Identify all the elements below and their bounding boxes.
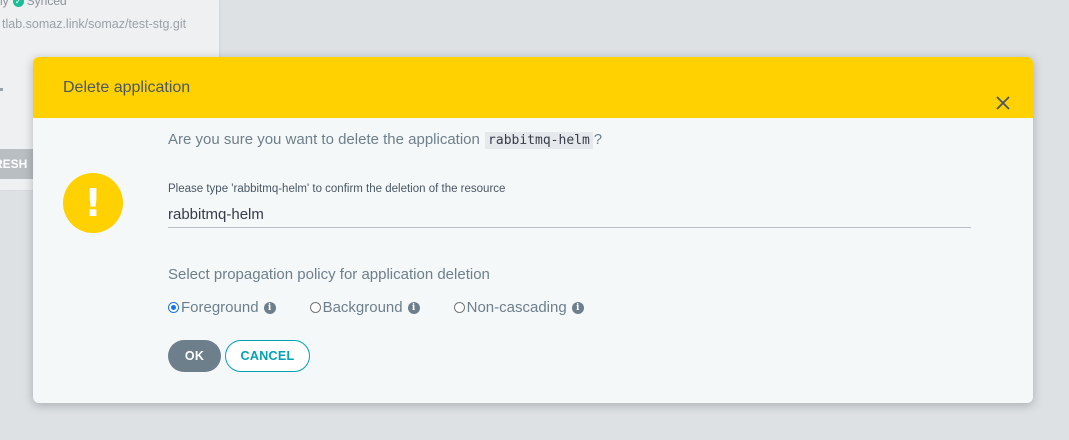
ok-button[interactable]: OK: [168, 340, 221, 372]
delete-application-dialog: Delete application ! Are you sure you wa…: [33, 57, 1033, 403]
propagation-policy-label: Select propagation policy for applicatio…: [168, 266, 490, 283]
dialog-title: Delete application: [63, 79, 191, 96]
app-name: rabbitmq-helm: [485, 132, 593, 149]
policy-option-label: Foreground: [181, 299, 259, 316]
radio-background[interactable]: [309, 302, 321, 313]
refresh-button[interactable]: RESH: [0, 149, 34, 179]
confirm-field-label: Please type 'rabbitmq-helm' to confirm t…: [168, 183, 506, 195]
close-icon[interactable]: [995, 95, 1011, 111]
cancel-button[interactable]: CANCEL: [225, 340, 310, 372]
confirm-question: Are you sure you want to delete the appl…: [168, 131, 603, 149]
sync-status-prefix: ly: [0, 0, 9, 8]
policy-option-label: Background: [322, 299, 403, 316]
propagation-policy-group: Foreground i Background i Non-cascading …: [168, 299, 618, 316]
confirm-name-input[interactable]: [168, 201, 971, 228]
policy-option-foreground[interactable]: Foreground i: [168, 299, 276, 316]
info-icon[interactable]: i: [263, 301, 276, 314]
question-text: Are you sure you want to delete the appl…: [168, 131, 480, 148]
question-suffix: ?: [593, 131, 603, 148]
repo-url: tlab.somaz.link/somaz/test-stg.git: [2, 17, 187, 31]
info-icon[interactable]: i: [571, 301, 584, 314]
check-circle-icon: ✓: [12, 0, 24, 7]
dialog-header: Delete application: [33, 57, 1033, 118]
radio-non-cascading[interactable]: [453, 302, 465, 313]
sync-status: ly ✓ Synced: [0, 0, 67, 8]
policy-option-non-cascading[interactable]: Non-cascading i: [453, 299, 584, 316]
policy-option-background[interactable]: Background i: [309, 299, 420, 316]
policy-option-label: Non-cascading: [466, 299, 567, 316]
info-icon[interactable]: i: [407, 301, 420, 314]
sync-status-text: Synced: [26, 0, 67, 8]
radio-foreground[interactable]: [168, 302, 179, 313]
warning-icon: !: [63, 173, 123, 233]
bullet: [0, 88, 3, 91]
